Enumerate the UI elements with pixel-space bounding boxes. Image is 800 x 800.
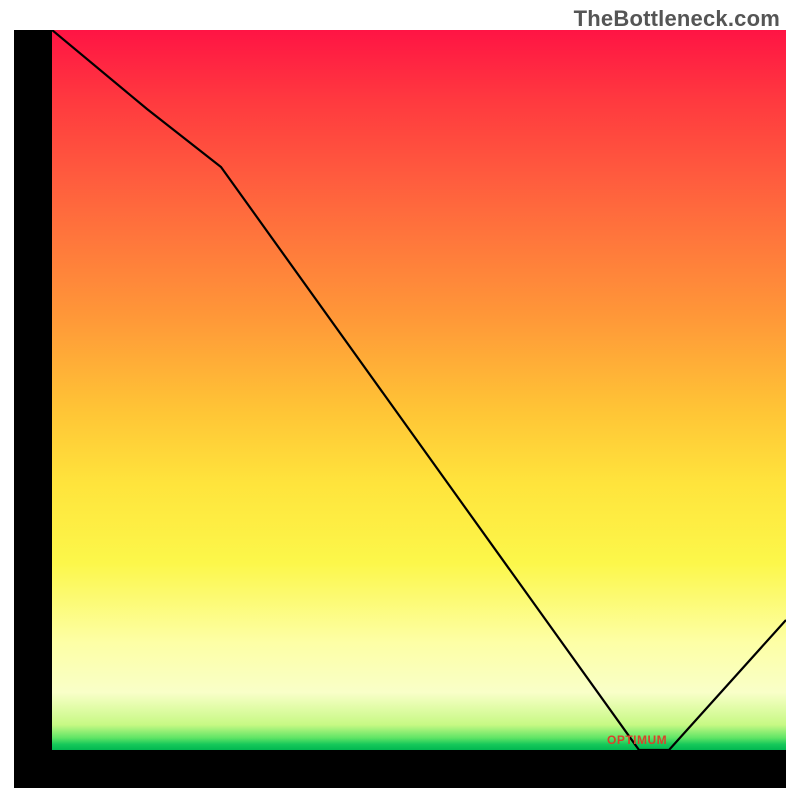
attribution-text: TheBottleneck.com	[574, 6, 780, 32]
optimum-label: OPTIMUM	[607, 733, 667, 747]
curve-path	[52, 30, 786, 750]
plot-area: OPTIMUM	[52, 30, 786, 750]
bottleneck-curve	[52, 30, 786, 750]
chart-frame: OPTIMUM	[14, 30, 786, 788]
